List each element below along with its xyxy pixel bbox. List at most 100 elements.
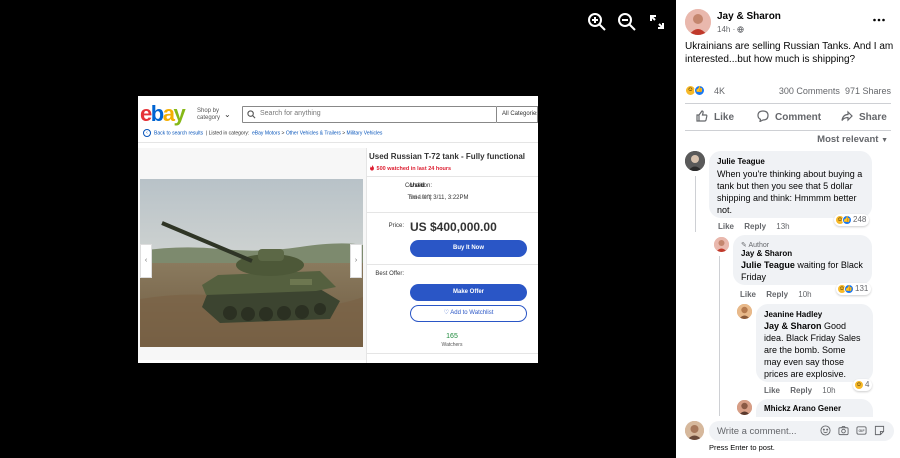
comment-actions: Like Reply 13h bbox=[718, 222, 798, 231]
thumbs-up-icon bbox=[696, 110, 708, 122]
more-options-icon[interactable] bbox=[872, 13, 886, 27]
comment-author[interactable]: Jay & Sharon bbox=[741, 249, 864, 258]
post-author[interactable]: Jay & Sharon bbox=[717, 11, 781, 22]
camera-icon[interactable] bbox=[838, 425, 849, 436]
thread-line bbox=[695, 176, 696, 232]
comment-time[interactable]: 10h bbox=[798, 290, 811, 299]
ebay-search-input: Search for anything bbox=[242, 106, 497, 123]
comment-input[interactable]: Write a comment... GIF bbox=[709, 421, 894, 441]
post-stats: 300 Comments 971 Shares bbox=[779, 86, 891, 96]
divider bbox=[685, 103, 891, 104]
post-panel: Jay & Sharon 14h · Ukrainians are sellin… bbox=[676, 0, 900, 458]
comment-reply-link[interactable]: Reply bbox=[790, 386, 812, 395]
comment-bubble: Jeanine Hadley Jay & Sharon Good idea. B… bbox=[756, 304, 873, 382]
comment-time[interactable]: 13h bbox=[776, 222, 789, 231]
heart-icon: ♡ bbox=[443, 310, 449, 316]
comment-reactions[interactable]: ☺ 4 bbox=[853, 379, 873, 391]
mention[interactable]: Julie Teague bbox=[741, 260, 795, 270]
thread-line bbox=[719, 256, 720, 416]
tank-photo bbox=[140, 179, 363, 347]
condition-value: Used bbox=[410, 183, 425, 189]
flame-icon bbox=[370, 165, 374, 171]
price-label: Price: bbox=[388, 223, 404, 229]
photo-viewer: ebay Shop by category ⌄ Search for anyth… bbox=[0, 0, 676, 458]
zoom-in-icon[interactable] bbox=[587, 12, 607, 32]
reaction-count[interactable]: 4K bbox=[714, 86, 725, 96]
sort-comments-dropdown[interactable]: Most relevant ▼ bbox=[817, 134, 888, 145]
listing-title: Used Russian T-72 tank - Fully functiona… bbox=[369, 152, 526, 161]
watch-activity: 500 watched in last 24 hours bbox=[369, 165, 451, 172]
comment-like-link[interactable]: Like bbox=[718, 222, 734, 231]
comment-icon bbox=[757, 110, 769, 123]
shared-screenshot: ebay Shop by category ⌄ Search for anyth… bbox=[138, 96, 538, 363]
search-icon bbox=[247, 110, 256, 119]
like-reaction-icon: 👍 bbox=[844, 284, 854, 294]
add-to-watchlist-button: ♡ Add to Watchlist bbox=[410, 305, 527, 322]
comments-count[interactable]: 300 Comments bbox=[779, 86, 840, 96]
avatar[interactable] bbox=[737, 400, 752, 415]
like-button[interactable]: Like bbox=[696, 110, 734, 124]
comment-text: Julie Teague waiting for Black Friday bbox=[741, 260, 863, 282]
comment-actions: Like Reply 10h bbox=[764, 386, 844, 395]
make-offer-button: Make Offer bbox=[410, 284, 527, 301]
back-arrow-icon: ‹ bbox=[143, 129, 151, 137]
globe-icon bbox=[737, 26, 745, 33]
breadcrumb: ‹ Back to search results | Listed in cate… bbox=[143, 129, 382, 137]
best-offer-label: Best Offer: bbox=[375, 271, 404, 277]
comment-time[interactable]: 10h bbox=[822, 386, 835, 395]
comment-reply-link[interactable]: Reply bbox=[744, 222, 766, 231]
divider bbox=[685, 130, 891, 131]
avatar[interactable] bbox=[714, 237, 729, 252]
time-left-value: 9d 10h | 3/11, 3:22PM bbox=[410, 195, 469, 201]
ebay-logo: ebay bbox=[140, 101, 186, 126]
pencil-icon: ✎ bbox=[741, 242, 747, 249]
comment-bubble: ✎ Author Jay & Sharon Julie Teague waiti… bbox=[733, 235, 872, 285]
comment-button[interactable]: Comment bbox=[757, 110, 821, 124]
avatar[interactable] bbox=[685, 151, 705, 171]
shares-count[interactable]: 971 Shares bbox=[845, 86, 891, 96]
comment-text: When you're thinking about buying a tank… bbox=[717, 169, 863, 215]
divider bbox=[367, 212, 538, 213]
comment-like-link[interactable]: Like bbox=[740, 290, 756, 299]
photo-prev-arrow: ‹ bbox=[140, 244, 152, 278]
chevron-down-icon: ⌄ bbox=[224, 110, 231, 119]
ebay-header: ebay Shop by category ⌄ Search for anyth… bbox=[138, 96, 538, 126]
haha-reaction-icon: ☺ bbox=[854, 380, 864, 390]
divider bbox=[367, 353, 538, 354]
watchers-count: 165 bbox=[446, 333, 458, 340]
divider bbox=[367, 264, 538, 265]
price-value: US $400,000.00 bbox=[410, 220, 497, 234]
watchers-label: Watchers bbox=[441, 342, 463, 348]
comment-reactions[interactable]: ☺👍 248 bbox=[834, 214, 870, 226]
avatar[interactable] bbox=[685, 9, 711, 35]
comment-reactions[interactable]: ☺👍 131 bbox=[836, 283, 872, 295]
comment-text: Jay & Sharon Good idea. Black Friday Sal… bbox=[764, 321, 861, 379]
comment-bubble: Mhickz Arano Gener bbox=[756, 399, 873, 417]
category-select: All Categories bbox=[497, 106, 538, 123]
sticker-icon[interactable] bbox=[874, 425, 885, 436]
comment-author[interactable]: Mhickz Arano Gener bbox=[764, 404, 865, 413]
divider bbox=[367, 176, 538, 177]
zoom-out-icon[interactable] bbox=[617, 12, 637, 32]
comment-like-link[interactable]: Like bbox=[764, 386, 780, 395]
divider bbox=[366, 148, 367, 363]
comment-author[interactable]: Jeanine Hadley bbox=[764, 310, 865, 319]
like-reaction-icon: 👍 bbox=[694, 85, 705, 96]
fullscreen-icon[interactable] bbox=[647, 12, 667, 32]
like-reaction-icon: 👍 bbox=[842, 215, 852, 225]
comment-reply-link[interactable]: Reply bbox=[766, 290, 788, 299]
avatar[interactable] bbox=[737, 304, 752, 319]
mention[interactable]: Jay & Sharon bbox=[764, 321, 822, 331]
caret-down-icon: ▼ bbox=[881, 137, 888, 144]
comment-actions: Like Reply 10h bbox=[740, 290, 820, 299]
avatar bbox=[685, 421, 704, 440]
emoji-icon[interactable] bbox=[820, 425, 831, 436]
share-button[interactable]: Share bbox=[841, 110, 887, 124]
post-time[interactable]: 14h · bbox=[717, 25, 745, 34]
gif-icon[interactable]: GIF bbox=[856, 425, 867, 436]
comment-author[interactable]: Julie Teague bbox=[717, 157, 864, 166]
divider bbox=[138, 142, 538, 143]
post-text: Ukrainians are selling Russian Tanks. An… bbox=[685, 41, 894, 65]
buy-it-now-button: Buy It Now bbox=[410, 240, 527, 257]
shop-by-category: Shop by category bbox=[197, 108, 221, 121]
